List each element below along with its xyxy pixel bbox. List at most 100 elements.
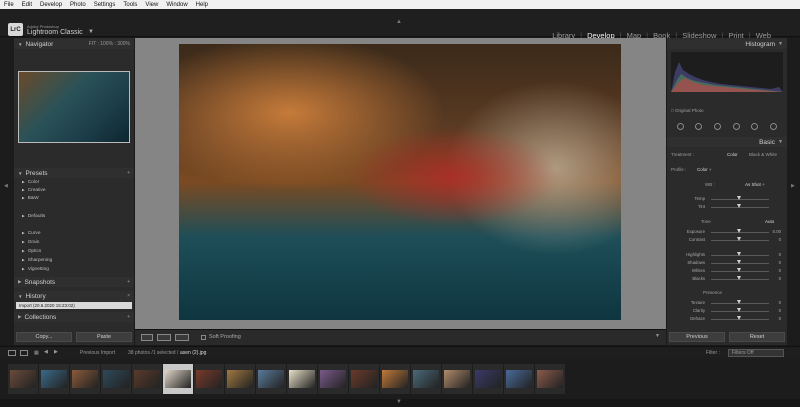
secondary-window-icon[interactable] bbox=[20, 350, 28, 356]
filmstrip-thumbnail[interactable] bbox=[70, 364, 100, 394]
preset-defaults[interactable]: ▶ Defaults bbox=[22, 214, 45, 219]
filmstrip-thumbnail[interactable] bbox=[411, 364, 441, 394]
paste-button[interactable]: Paste bbox=[76, 332, 132, 342]
menu-develop[interactable]: Develop bbox=[40, 2, 62, 8]
main-photo[interactable] bbox=[179, 44, 621, 320]
brand-caret-icon[interactable]: ▼ bbox=[88, 29, 94, 35]
snapshots-header[interactable]: ▶ Snapshots + bbox=[14, 277, 134, 287]
filmstrip-thumbnail[interactable] bbox=[39, 364, 69, 394]
basic-header[interactable]: Basic ▼ bbox=[667, 137, 787, 147]
tone-auto-button[interactable]: Auto bbox=[765, 219, 774, 224]
filmstrip-thumbnail[interactable] bbox=[256, 364, 286, 394]
add-collection-icon[interactable]: + bbox=[127, 314, 130, 320]
history-item-import[interactable]: Import (20.6.2020 15:23:02) bbox=[16, 302, 132, 309]
brush-tool-icon[interactable] bbox=[770, 122, 778, 130]
zoom-fit[interactable]: FIT bbox=[89, 41, 96, 47]
toolbar-menu-icon[interactable]: ▼ bbox=[655, 333, 660, 339]
navigator-preview[interactable] bbox=[18, 71, 130, 143]
menu-photo[interactable]: Photo bbox=[70, 2, 86, 8]
filmstrip-thumbnail[interactable] bbox=[101, 364, 131, 394]
collapse-top-panel-icon[interactable]: ▲ bbox=[396, 19, 402, 25]
soft-proofing-checkbox[interactable] bbox=[201, 334, 206, 340]
filmstrip-thumbnail[interactable] bbox=[163, 364, 193, 394]
back-arrow-icon[interactable]: ◀ bbox=[44, 349, 48, 355]
add-preset-icon[interactable]: + bbox=[127, 170, 130, 176]
filmstrip-thumbnail[interactable] bbox=[473, 364, 503, 394]
xy-compare-icon[interactable] bbox=[175, 334, 189, 341]
forward-arrow-icon[interactable]: ▶ bbox=[54, 349, 58, 355]
filmstrip-thumbnail[interactable] bbox=[380, 364, 410, 394]
profile-dropdown[interactable]: Color ÷ bbox=[697, 167, 711, 172]
preset-vignetting[interactable]: ▶ Vignetting bbox=[22, 267, 49, 272]
menu-view[interactable]: View bbox=[145, 2, 158, 8]
preset-optics[interactable]: ▶ Optics bbox=[22, 249, 41, 254]
filmstrip-thumbnail[interactable] bbox=[132, 364, 162, 394]
filmstrip-source[interactable]: Previous Import bbox=[80, 350, 115, 356]
navigator-header[interactable]: ▼ Navigator FIT : 100% : 300% bbox=[14, 39, 134, 49]
main-window-icon[interactable] bbox=[8, 350, 16, 356]
histogram-title: Histogram bbox=[745, 40, 775, 48]
filmstrip-thumbnail[interactable] bbox=[318, 364, 348, 394]
filmstrip-thumbnail[interactable] bbox=[535, 364, 565, 394]
filmstrip-thumbnail[interactable] bbox=[287, 364, 317, 394]
filmstrip-thumbnail[interactable] bbox=[442, 364, 472, 394]
slider-blacks[interactable]: Blacks 0 bbox=[671, 276, 783, 282]
slider-contrast[interactable]: Contrast 0 bbox=[671, 237, 783, 243]
slider-tint[interactable]: Tint bbox=[671, 204, 783, 210]
clear-history-icon[interactable]: × bbox=[127, 293, 130, 299]
red-eye-icon[interactable] bbox=[714, 122, 722, 130]
preset-sharpening[interactable]: ▶ Sharpening bbox=[22, 258, 52, 263]
treatment-bw[interactable]: Black & White bbox=[749, 152, 777, 157]
zoom-300[interactable]: 300% bbox=[117, 41, 130, 47]
collapse-right-panel-icon[interactable]: ▶ bbox=[791, 183, 795, 189]
loupe-view-icon[interactable] bbox=[141, 334, 153, 341]
filmstrip-thumbnail[interactable] bbox=[225, 364, 255, 394]
radial-filter-icon[interactable] bbox=[751, 122, 759, 130]
slider-exposure[interactable]: Exposure 0.00 bbox=[671, 229, 783, 235]
preset-grain[interactable]: ▶ Grain bbox=[22, 240, 39, 245]
slider-texture[interactable]: Texture 0 bbox=[671, 300, 783, 306]
spot-removal-icon[interactable] bbox=[695, 122, 703, 130]
before-after-icon[interactable] bbox=[157, 334, 171, 341]
slider-highlights[interactable]: Highlights 0 bbox=[671, 252, 783, 258]
preset-color[interactable]: ▶ Color bbox=[22, 180, 39, 185]
slider-whites[interactable]: Whites 0 bbox=[671, 268, 783, 274]
copy-button[interactable]: Copy... bbox=[16, 332, 72, 342]
original-photo-toggle[interactable]: □ Original Photo bbox=[671, 108, 704, 113]
collapse-filmstrip-icon[interactable]: ▼ bbox=[396, 399, 402, 405]
slider-temp[interactable]: Temp bbox=[671, 196, 783, 202]
soft-proofing-toggle[interactable]: Soft Proofing bbox=[201, 334, 241, 340]
treatment-color[interactable]: Color bbox=[727, 152, 738, 157]
filmstrip-thumbnail[interactable] bbox=[8, 364, 38, 394]
reset-button[interactable]: Reset bbox=[729, 332, 785, 342]
filmstrip-thumbnail[interactable] bbox=[504, 364, 534, 394]
wb-dropdown[interactable]: As Shot ÷ bbox=[745, 182, 764, 187]
history-header[interactable]: ▼ History × bbox=[14, 291, 134, 301]
collections-header[interactable]: ▶ Collections + bbox=[14, 312, 134, 322]
menu-window[interactable]: Window bbox=[166, 2, 187, 8]
histogram-graph[interactable] bbox=[671, 52, 783, 92]
grid-view-icon[interactable]: ▦ bbox=[34, 350, 39, 356]
menu-file[interactable]: File bbox=[4, 2, 14, 8]
preset-creative[interactable]: ▶ Creative bbox=[22, 188, 46, 193]
collapse-left-panel-icon[interactable]: ◀ bbox=[4, 183, 8, 189]
preset-curve[interactable]: ▶ Curve bbox=[22, 231, 41, 236]
menu-edit[interactable]: Edit bbox=[22, 2, 32, 8]
preset-bw[interactable]: ▶ B&W bbox=[22, 196, 39, 201]
menu-settings[interactable]: Settings bbox=[94, 2, 116, 8]
zoom-100[interactable]: 100% bbox=[100, 41, 113, 47]
slider-shadows[interactable]: Shadows 0 bbox=[671, 260, 783, 266]
menu-tools[interactable]: Tools bbox=[123, 2, 137, 8]
histogram-header[interactable]: Histogram ▼ bbox=[667, 39, 787, 49]
filter-dropdown[interactable]: Filters Off bbox=[728, 349, 784, 357]
slider-clarity[interactable]: Clarity 0 bbox=[671, 308, 783, 314]
crop-tool-icon[interactable] bbox=[676, 122, 684, 130]
slider-dehaze[interactable]: Dehaze 0 bbox=[671, 316, 783, 322]
previous-button[interactable]: Previous bbox=[669, 332, 725, 342]
presets-header[interactable]: ▼ Presets + bbox=[14, 168, 134, 178]
graduated-filter-icon[interactable] bbox=[732, 122, 740, 130]
filmstrip-thumbnail[interactable] bbox=[194, 364, 224, 394]
menu-help[interactable]: Help bbox=[196, 2, 208, 8]
add-snapshot-icon[interactable]: + bbox=[127, 279, 130, 285]
filmstrip-thumbnail[interactable] bbox=[349, 364, 379, 394]
